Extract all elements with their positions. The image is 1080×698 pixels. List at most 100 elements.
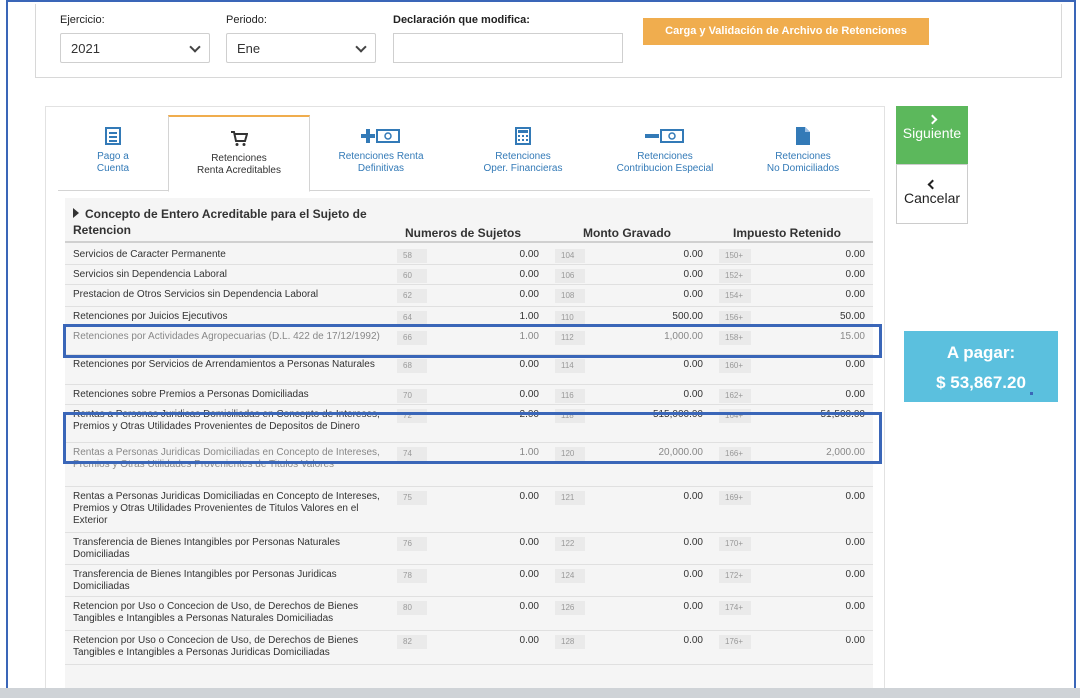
code-gravado: 108 bbox=[555, 289, 585, 303]
input-gravado[interactable]: 500.00 bbox=[585, 311, 703, 322]
amount-due-label: A pagar: bbox=[946, 343, 1016, 362]
input-retenido[interactable]: 0.00 bbox=[751, 269, 865, 280]
declaracion-input[interactable] bbox=[393, 33, 623, 63]
input-gravado[interactable]: 0.00 bbox=[585, 569, 703, 580]
input-retenido[interactable]: 0.00 bbox=[751, 635, 865, 646]
table-row: Retencion por Uso o Concecion de Uso, de… bbox=[65, 597, 873, 631]
row-concepto: Rentas a Personas Juridicas Domiciliadas… bbox=[73, 491, 380, 526]
calculator-icon bbox=[515, 127, 531, 145]
table-header: Concepto de Entero Acreditable para el S… bbox=[65, 198, 873, 243]
input-sujetos[interactable]: 0.00 bbox=[427, 491, 539, 502]
tab-contribucion-especial[interactable]: Retenciones Contribucion Especial bbox=[594, 115, 736, 191]
input-retenido[interactable]: 50.00 bbox=[751, 311, 865, 322]
input-sujetos[interactable]: 0.00 bbox=[427, 635, 539, 646]
ejercicio-select[interactable]: 2021 bbox=[60, 33, 210, 63]
tab-pago-cuenta[interactable]: Pago a Cuenta bbox=[58, 115, 168, 191]
input-gravado[interactable]: 0.00 bbox=[585, 537, 703, 548]
row-concepto: Retenciones sobre Premios a Personas Dom… bbox=[73, 389, 309, 400]
code-gravado: 128 bbox=[555, 635, 585, 649]
header-concepto[interactable]: Concepto de Entero Acreditable para el S… bbox=[73, 206, 393, 238]
tab-label-line1: Pago a bbox=[97, 151, 129, 162]
tab-no-domiciliados[interactable]: Retenciones No Domiciliados bbox=[736, 115, 870, 191]
input-sujetos[interactable]: 0.00 bbox=[427, 389, 539, 400]
code-sujetos: 64 bbox=[397, 311, 427, 325]
tab-label-line2: Contribucion Especial bbox=[616, 163, 714, 174]
row-concepto: Transferencia de Bienes Intangibles por … bbox=[73, 569, 337, 592]
input-sujetos[interactable]: 0.00 bbox=[427, 537, 539, 548]
tab-label-line1: Retenciones Renta bbox=[338, 151, 424, 162]
input-sujetos[interactable]: 0.00 bbox=[427, 249, 539, 260]
row-concepto: Servicios sin Dependencia Laboral bbox=[73, 269, 227, 280]
retenciones-panel: Pago a Cuenta Retenciones Renta Acredita… bbox=[45, 106, 885, 698]
code-sujetos: 78 bbox=[397, 569, 427, 583]
input-retenido[interactable]: 0.00 bbox=[751, 359, 865, 370]
input-sujetos[interactable]: 0.00 bbox=[427, 569, 539, 580]
tab-label-line1: Retenciones bbox=[211, 153, 267, 164]
input-gravado[interactable]: 0.00 bbox=[585, 389, 703, 400]
tab-label-line2: Renta Acreditables bbox=[197, 165, 281, 176]
code-retenido: 150+ bbox=[719, 249, 751, 263]
declaracion-label: Declaración que modifica: bbox=[393, 14, 530, 26]
input-sujetos[interactable]: 0.00 bbox=[427, 289, 539, 300]
code-gravado: 126 bbox=[555, 601, 585, 615]
table-row: Transferencia de Bienes Intangibles por … bbox=[65, 565, 873, 597]
row-concepto: Retencion por Uso o Concecion de Uso, de… bbox=[73, 635, 359, 658]
next-button-label: Siguiente bbox=[902, 125, 962, 141]
input-gravado[interactable]: 0.00 bbox=[585, 249, 703, 260]
input-gravado[interactable]: 0.00 bbox=[585, 635, 703, 646]
table-row: Retencion por Uso o Concecion de Uso, de… bbox=[65, 631, 873, 665]
code-retenido: 152+ bbox=[719, 269, 751, 283]
input-gravado[interactable]: 0.00 bbox=[585, 601, 703, 612]
input-retenido[interactable]: 0.00 bbox=[751, 537, 865, 548]
code-gravado: 104 bbox=[555, 249, 585, 263]
periodo-select[interactable]: Ene bbox=[226, 33, 376, 63]
row-concepto: Transferencia de Bienes Intangibles por … bbox=[73, 537, 341, 560]
tab-label-line2: Definitivas bbox=[357, 163, 405, 174]
input-gravado[interactable]: 0.00 bbox=[585, 269, 703, 280]
input-gravado[interactable]: 0.00 bbox=[585, 289, 703, 300]
tab-renta-definitivas[interactable]: Retenciones Renta Definitivas bbox=[310, 115, 452, 191]
highlight-depositos-row bbox=[63, 412, 882, 464]
code-sujetos: 58 bbox=[397, 249, 427, 263]
code-retenido: 169+ bbox=[719, 491, 751, 505]
tab-bar: Pago a Cuenta Retenciones Renta Acredita… bbox=[58, 115, 870, 192]
input-retenido[interactable]: 0.00 bbox=[751, 569, 865, 580]
input-gravado[interactable]: 0.00 bbox=[585, 491, 703, 502]
code-retenido: 156+ bbox=[719, 311, 751, 325]
tab-label-line2: Cuenta bbox=[96, 163, 130, 174]
input-retenido[interactable]: 0.00 bbox=[751, 491, 865, 502]
input-sujetos[interactable]: 0.00 bbox=[427, 601, 539, 612]
code-gravado: 124 bbox=[555, 569, 585, 583]
chevron-down-icon bbox=[189, 41, 201, 53]
highlight-agropecuarias-row bbox=[63, 324, 882, 358]
input-sujetos[interactable]: 1.00 bbox=[427, 311, 539, 322]
plus-money-icon bbox=[361, 129, 400, 143]
next-button[interactable]: Siguiente bbox=[896, 106, 968, 164]
tab-label-line1: Retenciones bbox=[775, 151, 831, 162]
horizontal-scrollbar[interactable] bbox=[0, 688, 1080, 698]
amount-due-panel: A pagar: $ 53,867.20 bbox=[904, 331, 1058, 402]
input-sujetos[interactable]: 0.00 bbox=[427, 269, 539, 280]
code-sujetos: 62 bbox=[397, 289, 427, 303]
input-retenido[interactable]: 0.00 bbox=[751, 289, 865, 300]
table-row: Retenciones por Servicios de Arrendamien… bbox=[65, 355, 873, 385]
input-gravado[interactable]: 0.00 bbox=[585, 359, 703, 370]
code-sujetos: 60 bbox=[397, 269, 427, 283]
code-retenido: 176+ bbox=[719, 635, 751, 649]
header-retenido: Impuesto Retenido bbox=[733, 226, 842, 240]
chevron-left-icon bbox=[927, 179, 937, 190]
input-sujetos[interactable]: 0.00 bbox=[427, 359, 539, 370]
input-retenido[interactable]: 0.00 bbox=[751, 601, 865, 612]
upload-retenciones-button[interactable]: Carga y Validación de Archivo de Retenci… bbox=[643, 18, 929, 45]
header-gravado: Monto Gravado bbox=[583, 226, 672, 240]
input-retenido[interactable]: 0.00 bbox=[751, 389, 865, 400]
header-sujetos: Numeros de Sujetos bbox=[405, 226, 522, 240]
input-retenido[interactable]: 0.00 bbox=[751, 249, 865, 260]
tab-oper-financieras[interactable]: Retenciones Oper. Financieras bbox=[452, 115, 594, 191]
code-sujetos: 80 bbox=[397, 601, 427, 615]
tab-renta-acreditables[interactable]: Retenciones Renta Acreditables bbox=[168, 115, 310, 192]
code-retenido: 172+ bbox=[719, 569, 751, 583]
code-sujetos: 76 bbox=[397, 537, 427, 551]
cancel-button[interactable]: Cancelar bbox=[896, 164, 968, 224]
amount-due-value: $ 53,867.20 bbox=[936, 373, 1026, 392]
